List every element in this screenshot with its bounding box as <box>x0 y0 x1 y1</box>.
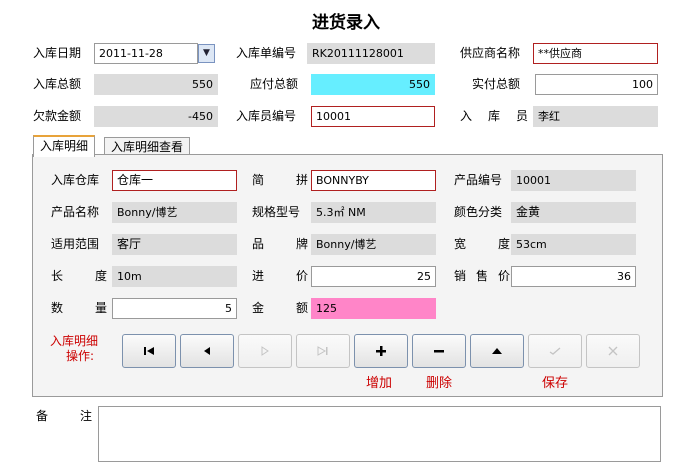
brand-field: Bonny/博艺 <box>311 234 436 255</box>
delete-button[interactable] <box>412 334 466 368</box>
prev-record-button[interactable] <box>180 334 234 368</box>
paid-input[interactable]: 100 <box>535 74 658 95</box>
supplier-input[interactable]: **供应商 <box>533 43 658 64</box>
ops-label-line2: 操作: <box>66 349 95 363</box>
remark-label: 备 注 <box>36 409 92 423</box>
add-button[interactable] <box>354 334 408 368</box>
ops-label-line1: 入库明细 <box>50 334 99 348</box>
paid-label: 实付总额 <box>472 77 521 91</box>
plus-icon <box>376 346 386 356</box>
up-arrow-icon <box>492 348 502 354</box>
qty-label: 数 量 <box>51 301 107 315</box>
sale-price-label: 销 售 价 <box>454 269 510 283</box>
amount-field: 125 <box>311 298 436 319</box>
in-price-label: 进 价 <box>252 269 308 283</box>
amount-label: 金 额 <box>252 301 308 315</box>
qty-input[interactable]: 5 <box>112 298 237 319</box>
first-record-button[interactable] <box>122 334 176 368</box>
length-field: 10m <box>112 266 237 287</box>
length-label: 长 度 <box>51 269 107 283</box>
save-button[interactable] <box>528 334 582 368</box>
scope-field: 客厅 <box>112 234 237 255</box>
payable-label: 应付总额 <box>250 77 299 91</box>
operator-no-label: 入库员编号 <box>236 109 297 123</box>
tab-detail[interactable]: 入库明细 <box>33 135 96 157</box>
width-field: 53cm <box>511 234 636 255</box>
date-label: 入库日期 <box>33 46 82 60</box>
product-name-field: Bonny/博艺 <box>112 202 237 223</box>
owed-field: -450 <box>94 106 218 127</box>
product-name-label: 产品名称 <box>51 205 100 219</box>
next-record-button[interactable] <box>238 334 292 368</box>
cross-icon <box>608 346 618 356</box>
supplier-label: 供应商名称 <box>460 46 521 60</box>
operator-no-input[interactable]: 10001 <box>311 106 435 127</box>
chevron-down-icon: ▼ <box>203 48 210 58</box>
color-field: 金黄 <box>511 202 636 223</box>
last-record-button[interactable] <box>296 334 350 368</box>
first-record-icon <box>144 347 154 355</box>
total-label: 入库总额 <box>33 77 82 91</box>
total-field: 550 <box>94 74 218 95</box>
brand-label: 品 牌 <box>252 237 308 251</box>
short-input[interactable]: BONNYBY <box>311 170 436 191</box>
remark-textarea[interactable] <box>98 406 661 462</box>
scope-label: 适用范围 <box>51 237 100 251</box>
warehouse-input[interactable]: 仓库一 <box>112 170 237 191</box>
minus-icon <box>434 350 444 353</box>
warehouse-label: 入库仓库 <box>51 173 100 187</box>
date-input[interactable]: 2011-11-28 <box>94 43 198 64</box>
order-no-field: RK20111128001 <box>307 43 435 64</box>
color-label: 颜色分类 <box>454 205 503 219</box>
check-icon <box>549 347 561 355</box>
order-no-label: 入库单编号 <box>236 46 297 60</box>
sale-price-input[interactable]: 36 <box>511 266 636 287</box>
date-dropdown-button[interactable]: ▼ <box>198 44 215 63</box>
operator-label: 入 库 员 <box>460 109 528 123</box>
operator-field: 李红 <box>533 106 658 127</box>
delete-label: 删除 <box>426 376 453 391</box>
last-record-icon <box>317 346 328 356</box>
prev-record-icon <box>204 347 210 355</box>
product-no-label: 产品编号 <box>454 173 503 187</box>
save-label: 保存 <box>542 376 569 391</box>
cancel-button[interactable] <box>586 334 640 368</box>
payable-field: 550 <box>311 74 435 95</box>
in-price-input[interactable]: 25 <box>311 266 436 287</box>
owed-label: 欠款金额 <box>33 109 82 123</box>
next-record-icon <box>261 346 269 356</box>
width-label: 宽 度 <box>454 237 510 251</box>
up-button[interactable] <box>470 334 524 368</box>
page-title: 进货录入 <box>312 13 380 33</box>
short-label: 简 拼 <box>252 173 308 187</box>
product-no-field: 10001 <box>511 170 636 191</box>
spec-label: 规格型号 <box>252 205 301 219</box>
spec-field: 5.3㎡ NM <box>311 202 436 223</box>
add-label: 增加 <box>366 376 393 391</box>
